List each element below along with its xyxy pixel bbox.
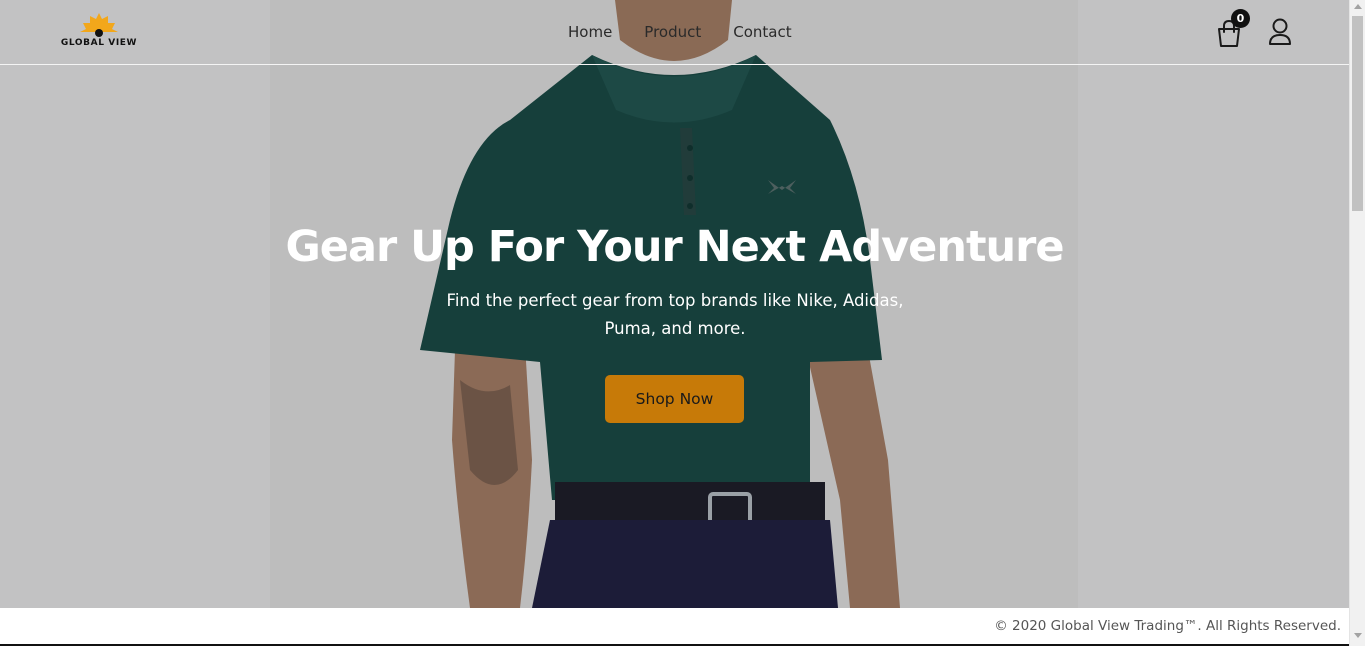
brand-name: GLOBAL VIEW [60, 38, 138, 48]
landing-page: GLOBAL VIEW Home Product Contact 0 Gear … [0, 0, 1349, 646]
hero-subtitle: Find the perfect gear from top brands li… [446, 291, 904, 338]
main-nav: Home Product Contact [568, 22, 824, 42]
hero-title: Gear Up For Your Next Adventure [285, 222, 1064, 272]
vertical-scrollbar[interactable] [1349, 0, 1365, 646]
copyright-text: © 2020 Global View Trading™. All Rights … [994, 618, 1341, 634]
page-footer: © 2020 Global View Trading™. All Rights … [0, 608, 1349, 646]
nav-contact-link[interactable]: Contact [733, 22, 791, 42]
sun-gear-icon [80, 13, 118, 37]
scrollbar-thumb[interactable] [1352, 16, 1363, 211]
top-navbar: GLOBAL VIEW Home Product Contact 0 [0, 0, 1349, 65]
user-account-button[interactable] [1267, 17, 1293, 47]
user-icon [1269, 18, 1291, 45]
brand-logo[interactable]: GLOBAL VIEW [58, 10, 140, 50]
cart-count-badge: 0 [1231, 9, 1250, 28]
nav-home-link[interactable]: Home [568, 22, 612, 42]
hero-section: GLOBAL VIEW Home Product Contact 0 Gear … [0, 0, 1349, 608]
scroll-down-arrow-icon[interactable] [1354, 633, 1362, 638]
nav-product-link[interactable]: Product [644, 22, 701, 42]
scroll-up-arrow-icon[interactable] [1354, 4, 1362, 9]
shop-now-button[interactable]: Shop Now [605, 375, 744, 423]
